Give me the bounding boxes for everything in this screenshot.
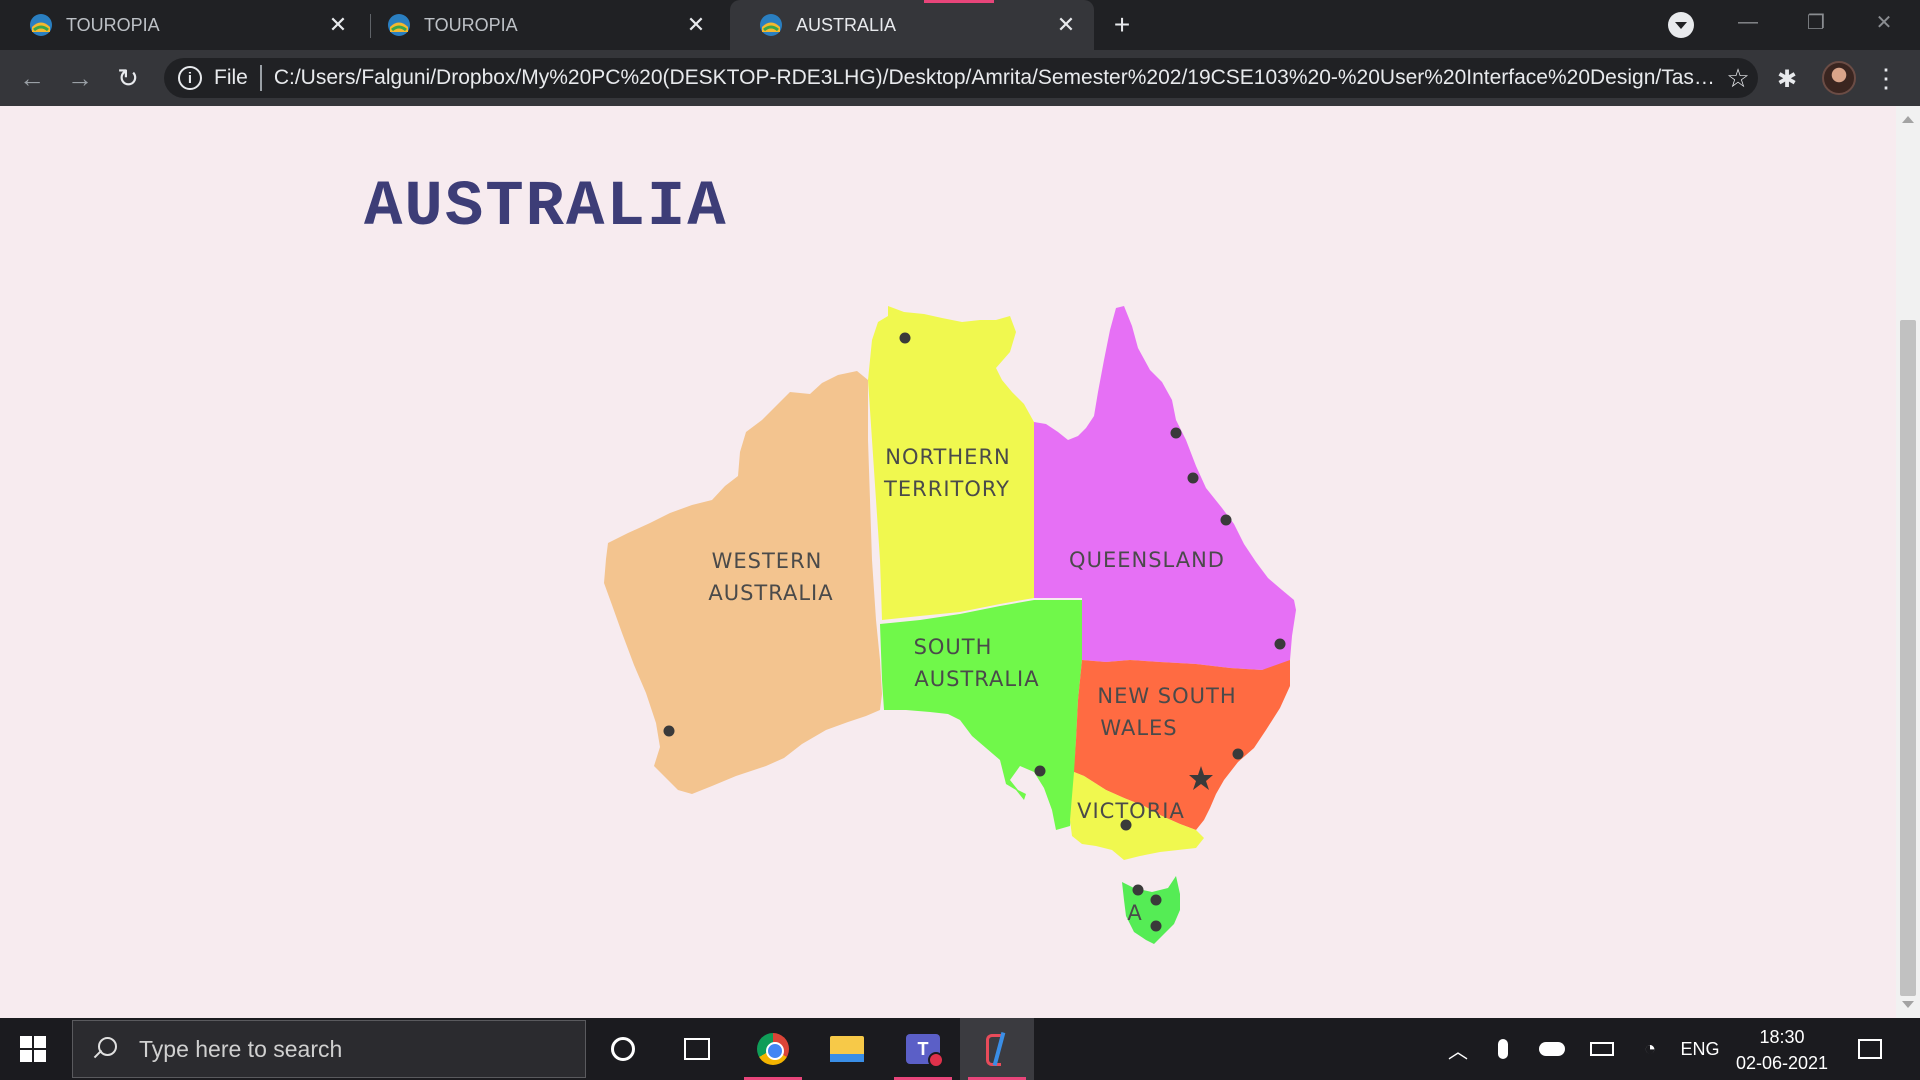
close-icon[interactable]: ✕ xyxy=(1052,11,1080,39)
task-view-icon xyxy=(684,1038,710,1060)
label-victoria: VICTORIA xyxy=(1077,799,1185,823)
cortana-circle-icon xyxy=(611,1037,635,1061)
city-dot[interactable] xyxy=(1232,748,1244,760)
tab-title: TOUROPIA xyxy=(424,14,518,35)
audio-indicator xyxy=(924,0,994,3)
tab-title: TOUROPIA xyxy=(66,14,160,35)
minimize-button[interactable]: — xyxy=(1714,0,1782,44)
city-dot[interactable] xyxy=(1034,765,1046,777)
search-icon xyxy=(91,1035,119,1063)
clock-date: 02-06-2021 xyxy=(1735,1053,1829,1073)
scroll-down-arrow-icon[interactable] xyxy=(1902,1001,1914,1008)
taskbar-clock[interactable]: 18:30 02-06-2021 xyxy=(1730,1024,1834,1076)
clock-time: 18:30 xyxy=(1759,1027,1805,1047)
tab-touropia-1[interactable]: TOUROPIA ✕ xyxy=(0,0,366,50)
url-text[interactable]: C:/Users/Falguni/Dropbox/My%20PC%20(DESK… xyxy=(274,66,1718,90)
back-button[interactable]: ← xyxy=(14,60,50,96)
bookmark-star-icon[interactable]: ☆ xyxy=(1718,63,1758,94)
extensions-puzzle-icon[interactable]: ✱ xyxy=(1774,66,1800,93)
new-tab-button[interactable]: + xyxy=(1106,9,1138,41)
onedrive-cloud-icon[interactable] xyxy=(1534,1018,1570,1080)
tab-search-icon[interactable] xyxy=(1668,12,1694,38)
chrome-icon xyxy=(757,1033,789,1065)
city-dot[interactable] xyxy=(1150,920,1162,932)
reload-button[interactable]: ↻ xyxy=(110,60,146,96)
tab-title: AUSTRALIA xyxy=(796,14,897,35)
teams-icon: T xyxy=(906,1034,944,1068)
chrome-taskbar-app[interactable] xyxy=(736,1018,810,1080)
wifi-icon[interactable]: ◔ xyxy=(1632,1018,1668,1080)
scheme-label: File xyxy=(214,66,248,89)
file-explorer-taskbar-app[interactable] xyxy=(810,1018,884,1080)
address-bar[interactable]: i File C:/Users/Falguni/Dropbox/My%20PC%… xyxy=(164,58,1758,98)
label-tasmania: A xyxy=(1127,901,1142,925)
forward-button[interactable]: → xyxy=(62,60,98,96)
task-view-button[interactable] xyxy=(660,1018,734,1080)
scroll-thumb[interactable] xyxy=(1900,320,1916,996)
city-dot[interactable] xyxy=(1220,514,1232,526)
australia-map: WESTERN AUSTRALIA NORTHERN TERRITORY QUEEN… xyxy=(604,306,1296,944)
close-icon[interactable]: ✕ xyxy=(682,11,710,39)
snipping-tool-icon xyxy=(982,1032,1012,1066)
city-dot[interactable] xyxy=(1187,472,1199,484)
globe-favicon-icon xyxy=(760,14,782,36)
close-window-button[interactable]: ✕ xyxy=(1850,0,1918,44)
teams-taskbar-app[interactable]: T xyxy=(886,1018,960,1080)
page-scrollbar[interactable] xyxy=(1896,106,1920,1018)
tab-australia[interactable]: AUSTRALIA ✕ xyxy=(730,0,1094,50)
label-queensland: QUEENSLAND xyxy=(1069,548,1225,572)
page-content: AUSTRALIA WESTERN AUSTRALIA NORTHERN TER… xyxy=(0,106,1896,1018)
input-language[interactable]: ENG xyxy=(1680,1018,1720,1080)
tab-touropia-2[interactable]: TOUROPIA ✕ xyxy=(358,0,724,50)
tab-strip: TOUROPIA ✕ TOUROPIA ✕ AUSTRALIA ✕ + — ❐ … xyxy=(0,0,1920,50)
snipping-tool-taskbar-app[interactable] xyxy=(960,1018,1034,1080)
browser-toolbar: ← → ↻ i File C:/Users/Falguni/Dropbox/My… xyxy=(0,50,1920,106)
action-center-notification-icon[interactable] xyxy=(1850,1018,1890,1080)
city-dot[interactable] xyxy=(1274,638,1286,650)
divider xyxy=(259,65,262,91)
kebab-menu-icon[interactable]: ⋮ xyxy=(1873,62,1899,94)
show-hidden-icons-chevron-icon[interactable]: ︿ xyxy=(1440,1018,1476,1080)
globe-favicon-icon xyxy=(388,14,410,36)
microphone-icon[interactable] xyxy=(1488,1018,1518,1080)
windows-start-icon[interactable] xyxy=(20,1036,46,1062)
windows-taskbar: Type here to search T ︿ ◔ ENG 18:30 02-0… xyxy=(0,1018,1920,1080)
city-dot[interactable] xyxy=(899,332,911,344)
scroll-up-arrow-icon[interactable] xyxy=(1902,116,1914,123)
city-dot[interactable] xyxy=(1170,427,1182,439)
cortana-button[interactable] xyxy=(586,1018,660,1080)
city-dot[interactable] xyxy=(663,725,675,737)
taskbar-search-box[interactable]: Type here to search xyxy=(72,1020,586,1078)
restore-button[interactable]: ❐ xyxy=(1782,0,1850,44)
search-placeholder: Type here to search xyxy=(139,1035,343,1062)
globe-favicon-icon xyxy=(30,14,52,36)
folder-icon xyxy=(830,1036,864,1062)
info-icon[interactable]: i xyxy=(178,66,202,90)
close-icon[interactable]: ✕ xyxy=(324,11,352,39)
city-dot[interactable] xyxy=(1150,894,1162,906)
battery-icon[interactable] xyxy=(1584,1018,1620,1080)
profile-avatar[interactable] xyxy=(1822,61,1856,95)
city-dot[interactable] xyxy=(1132,884,1144,896)
